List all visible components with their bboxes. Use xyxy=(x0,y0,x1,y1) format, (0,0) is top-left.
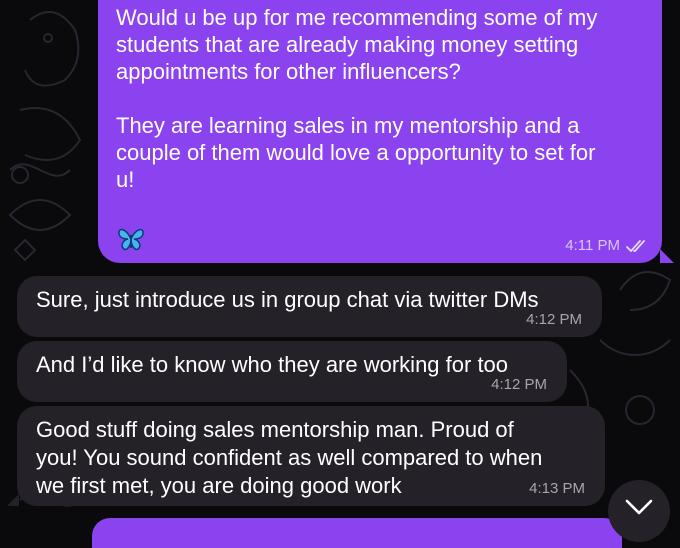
message-meta: 4:11 PM xyxy=(565,237,648,254)
double-check-icon xyxy=(626,239,645,252)
message-text: Sure, just introduce us in group chat vi… xyxy=(36,287,539,312)
message-time: 4:12 PM xyxy=(491,376,547,393)
message-text: Would u be up for me recommending some o… xyxy=(116,5,598,192)
outgoing-message-bubble[interactable]: Would u be up for me recommending some o… xyxy=(98,0,674,263)
outgoing-message-bubble-partial[interactable] xyxy=(92,518,622,548)
incoming-message-bubble[interactable]: Good stuff doing sales mentorship man. P… xyxy=(7,406,605,506)
incoming-message-bubble[interactable]: Sure, just introduce us in group chat vi… xyxy=(17,276,602,337)
butterfly-icon xyxy=(118,228,144,251)
message-time: 4:13 PM xyxy=(529,480,585,497)
message-text: Good stuff doing sales mentorship man. P… xyxy=(36,417,543,498)
incoming-message-bubble[interactable]: And I’d like to know who they are workin… xyxy=(17,341,567,402)
scroll-down-button[interactable] xyxy=(608,480,670,542)
message-time: 4:12 PM xyxy=(526,311,582,328)
bubble-tail xyxy=(660,249,674,263)
message-time: 4:11 PM xyxy=(565,237,620,254)
chevron-down-icon xyxy=(625,499,653,515)
bubble-tail xyxy=(7,494,19,506)
message-text: And I’d like to know who they are workin… xyxy=(36,352,509,377)
